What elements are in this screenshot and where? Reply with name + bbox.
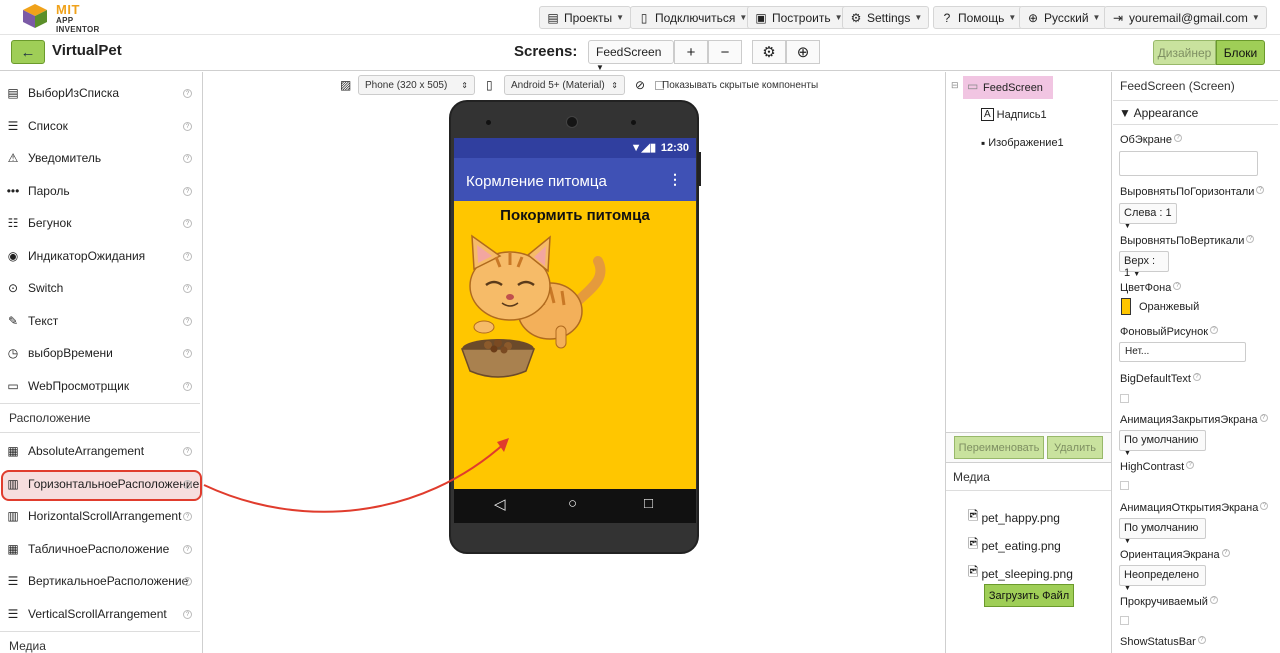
- help-icon[interactable]: ?: [1259, 414, 1268, 422]
- upload-file-button[interactable]: Загрузить Файл: [984, 584, 1074, 607]
- media-file-item[interactable]: 🖻 pet_sleeping.png: [968, 563, 1073, 585]
- media-title: Медиа: [953, 470, 990, 484]
- about-screen-textarea[interactable]: [1119, 151, 1258, 176]
- appearance-group-label: Appearance: [1133, 106, 1199, 120]
- media-file-name: pet_sleeping.png: [981, 567, 1073, 581]
- image-icon: ▪: [981, 136, 986, 150]
- scrollable-checkbox[interactable]: [1120, 616, 1129, 625]
- prop-openanim-label: АнимацияОткрытияЭкрана?: [1120, 502, 1269, 514]
- bgimage-picker[interactable]: Нет...: [1119, 342, 1246, 362]
- prop-bgimage-label: ФоновыйРисунок?: [1120, 326, 1219, 338]
- help-icon[interactable]: ?: [1192, 373, 1201, 381]
- prop-orientation-label: ОриентацияЭкрана?: [1120, 549, 1230, 561]
- prop-align-v-label: ВыровнятьПоВертикали?: [1120, 235, 1255, 247]
- select-value: Неопределено: [1124, 569, 1200, 581]
- prop-label-text: Прокручиваемый: [1120, 596, 1208, 608]
- chevron-down-icon: ▼: [1124, 585, 1131, 592]
- collapse-icon[interactable]: ⊟: [951, 80, 959, 91]
- prop-closeanim-label: АнимацияЗакрытияЭкрана?: [1120, 414, 1268, 426]
- chevron-down-icon: ▼: [1124, 223, 1131, 230]
- help-icon[interactable]: ?: [1256, 186, 1265, 194]
- help-icon[interactable]: ?: [1197, 636, 1206, 644]
- prop-about-label: ОбЭкране?: [1120, 134, 1183, 146]
- components-tree: ⊟ ▭ FeedScreen A Надпись1 ▪ Изображение1: [945, 72, 1112, 432]
- select-value: По умолчанию: [1124, 434, 1199, 446]
- media-panel: Медиа 🖻 pet_happy.png 🖻 pet_eating.png 🖻…: [945, 463, 1112, 653]
- prop-label-text: HighContrast: [1120, 461, 1185, 473]
- align-vertical-select[interactable]: Верх : 1 ▼: [1119, 251, 1169, 279]
- screen-icon: ▭: [967, 79, 979, 93]
- image-file-icon: 🖻: [968, 508, 979, 523]
- prop-statusbar-label: ShowStatusBar?: [1120, 636, 1206, 648]
- orientation-select[interactable]: Неопределено ▼: [1119, 565, 1206, 592]
- prop-highcontrast-label: HighContrast?: [1120, 461, 1195, 473]
- prop-label-text: ShowStatusBar: [1120, 636, 1196, 648]
- prop-label-text: АнимацияЗакрытияЭкрана: [1120, 414, 1258, 426]
- chevron-down-icon: ▼: [1124, 538, 1131, 545]
- prop-bigtext-label: BigDefaultText?: [1120, 373, 1201, 385]
- triangle-down-icon: ▼: [1119, 106, 1131, 120]
- tree-node-label: Надпись1: [996, 108, 1047, 121]
- label-icon: A: [981, 108, 994, 121]
- bgimage-value: Нет...: [1125, 346, 1150, 357]
- bgcolor-value[interactable]: Оранжевый: [1139, 301, 1199, 313]
- highcontrast-checkbox[interactable]: [1120, 481, 1129, 490]
- help-icon[interactable]: ?: [1174, 134, 1183, 142]
- prop-label-text: BigDefaultText: [1120, 373, 1191, 385]
- color-swatch[interactable]: [1121, 298, 1131, 315]
- image-file-icon: 🖻: [968, 536, 979, 551]
- media-file-name: pet_happy.png: [981, 511, 1060, 525]
- select-value: По умолчанию: [1124, 522, 1199, 534]
- appearance-group-header[interactable]: ▼ Appearance: [1113, 100, 1278, 125]
- prop-label-text: ЦветФона: [1120, 282, 1172, 294]
- prop-label-text: ОбЭкране: [1120, 134, 1173, 146]
- media-file-item[interactable]: 🖻 pet_eating.png: [968, 535, 1061, 557]
- prop-scrollable-label: Прокручиваемый?: [1120, 596, 1218, 608]
- open-animation-select[interactable]: По умолчанию ▼: [1119, 518, 1206, 545]
- delete-button[interactable]: Удалить: [1047, 436, 1103, 459]
- prop-label-text: ФоновыйРисунок: [1120, 326, 1209, 338]
- tree-node-image1[interactable]: ▪ Изображение1: [981, 136, 1064, 150]
- close-animation-select[interactable]: По умолчанию ▼: [1119, 430, 1206, 457]
- prop-label-text: ВыровнятьПоГоризонтали: [1120, 186, 1255, 198]
- prop-label-text: ОриентацияЭкрана: [1120, 549, 1220, 561]
- help-icon[interactable]: ?: [1210, 326, 1219, 334]
- tree-actions: Переименовать Удалить: [945, 432, 1112, 463]
- help-icon[interactable]: ?: [1260, 502, 1269, 510]
- chevron-down-icon: ▼: [1133, 271, 1141, 278]
- prop-label-text: АнимацияОткрытияЭкрана: [1120, 502, 1259, 514]
- bigtext-checkbox[interactable]: [1120, 394, 1129, 403]
- rename-button[interactable]: Переименовать: [954, 436, 1044, 459]
- help-icon[interactable]: ?: [1221, 549, 1230, 557]
- tree-node-label: FeedScreen: [983, 82, 1043, 94]
- divider: [946, 490, 1111, 491]
- properties-panel: FeedScreen (Screen) ▼ Appearance ОбЭкран…: [1113, 72, 1280, 653]
- media-file-name: pet_eating.png: [981, 539, 1061, 553]
- tree-node-label1[interactable]: A Надпись1: [981, 108, 1047, 121]
- tree-node-feedscreen[interactable]: ▭ FeedScreen: [963, 76, 1053, 99]
- properties-title: FeedScreen (Screen): [1120, 79, 1235, 93]
- help-icon[interactable]: ?: [1173, 282, 1182, 290]
- media-file-item[interactable]: 🖻 pet_happy.png: [968, 507, 1060, 529]
- select-value: Слева : 1: [1124, 207, 1172, 219]
- prop-label-text: ВыровнятьПоВертикали: [1120, 235, 1245, 247]
- help-icon[interactable]: ?: [1209, 596, 1218, 604]
- align-horizontal-select[interactable]: Слева : 1 ▼: [1119, 203, 1177, 230]
- prop-bgcolor-label: ЦветФона?: [1120, 282, 1182, 294]
- help-icon[interactable]: ?: [1246, 235, 1255, 243]
- help-icon[interactable]: ?: [1186, 461, 1195, 469]
- prop-align-h-label: ВыровнятьПоГоризонтали?: [1120, 186, 1265, 198]
- image-file-icon: 🖻: [968, 564, 979, 579]
- tree-node-label: Изображение1: [988, 137, 1064, 149]
- chevron-down-icon: ▼: [1124, 450, 1131, 457]
